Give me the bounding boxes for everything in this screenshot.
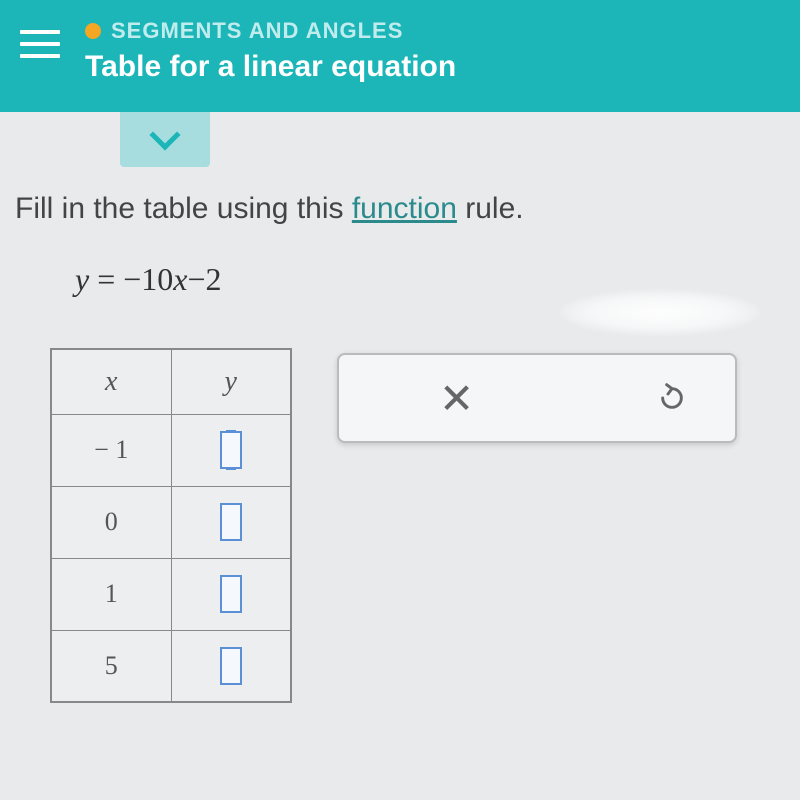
x-value: 5 bbox=[51, 630, 171, 702]
y-cell[interactable] bbox=[171, 558, 291, 630]
expand-tab[interactable] bbox=[120, 112, 210, 167]
table-header-row: x y bbox=[51, 349, 291, 414]
header-x: x bbox=[51, 349, 171, 414]
header-text: SEGMENTS AND ANGLES Table for a linear e… bbox=[85, 18, 456, 84]
y-input[interactable] bbox=[220, 647, 242, 685]
chevron-down-icon bbox=[149, 119, 180, 150]
clear-button[interactable]: ✕ bbox=[439, 374, 474, 423]
table-row: 0 bbox=[51, 486, 291, 558]
section-label: SEGMENTS AND ANGLES bbox=[111, 18, 403, 44]
y-cell[interactable] bbox=[171, 414, 291, 486]
section-bullet-icon bbox=[85, 23, 101, 39]
y-cell[interactable] bbox=[171, 630, 291, 702]
table-row: − 1 bbox=[51, 414, 291, 486]
x-value: 1 bbox=[51, 558, 171, 630]
function-link[interactable]: function bbox=[352, 192, 457, 225]
instruction-text: Fill in the table using this function ru… bbox=[15, 192, 785, 226]
content-area: Fill in the table using this function ru… bbox=[0, 167, 800, 728]
y-input[interactable] bbox=[220, 575, 242, 613]
instruction-prefix: Fill in the table using this bbox=[15, 192, 352, 225]
screen-glare bbox=[560, 290, 760, 335]
header-y: y bbox=[171, 349, 291, 414]
x-value: 0 bbox=[51, 486, 171, 558]
function-table: x y − 1 0 1 5 bbox=[50, 348, 292, 703]
y-input-active[interactable] bbox=[220, 431, 242, 469]
toolbar: ✕ bbox=[337, 353, 737, 443]
app-header: SEGMENTS AND ANGLES Table for a linear e… bbox=[0, 0, 800, 112]
instruction-suffix: rule. bbox=[457, 192, 524, 225]
table-row: 1 bbox=[51, 558, 291, 630]
x-value: − 1 bbox=[51, 414, 171, 486]
undo-icon bbox=[656, 382, 688, 414]
page-title: Table for a linear equation bbox=[85, 50, 456, 84]
y-input[interactable] bbox=[220, 503, 242, 541]
y-cell[interactable] bbox=[171, 486, 291, 558]
menu-icon[interactable] bbox=[20, 30, 60, 58]
table-row: 5 bbox=[51, 630, 291, 702]
undo-button[interactable] bbox=[654, 380, 690, 416]
